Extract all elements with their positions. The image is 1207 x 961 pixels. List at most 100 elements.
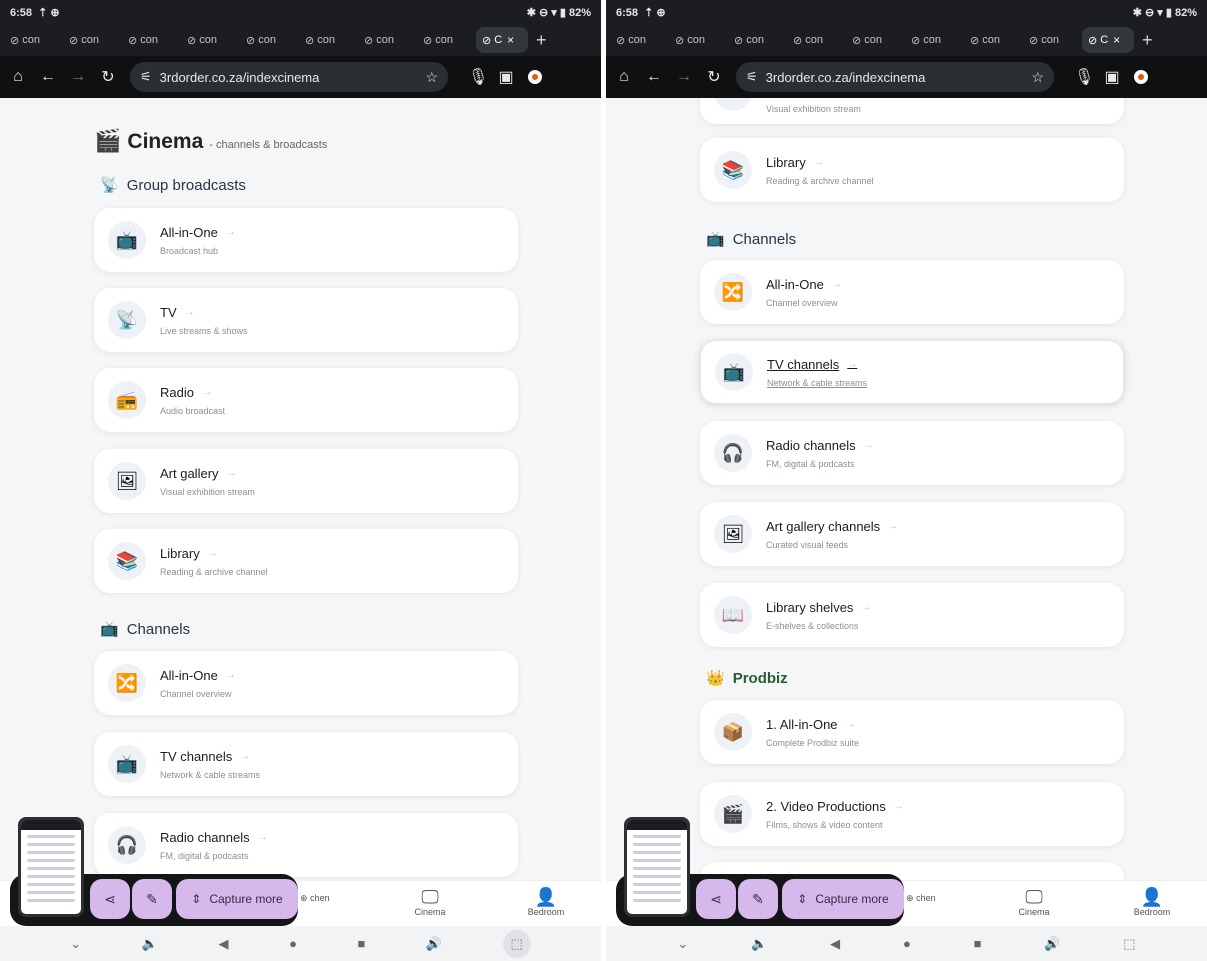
browser-tab[interactable]: ⊘ con [181,27,238,53]
forward-icon[interactable]: → [70,68,86,86]
browser-tab[interactable]: ⊘ con [299,27,356,53]
profile-avatar[interactable] [528,70,542,84]
edit-button[interactable]: ✎ [738,879,778,919]
clock: 6:58 [616,6,639,19]
framed-picture-icon [714,98,752,111]
microphone-icon[interactable]: 🎙 [468,67,488,87]
card-channels-all-in-one[interactable]: 🔀 All-in-One → Channel overview [94,651,518,715]
page-subtitle: - channels & broadcasts [209,139,328,151]
browser-tab[interactable]: ⊘ con [4,27,61,53]
site-settings-icon[interactable]: ⚟ [140,69,152,85]
edit-button[interactable]: ✎ [132,879,172,919]
card-art-gallery-channels[interactable]: 🖼 Art gallery channels → Curated visual fe… [700,502,1124,566]
new-tab-button[interactable]: + [536,30,547,51]
card-tv-channels[interactable]: 📺 TV channels → Network & cable streams [94,732,518,796]
browser-tab[interactable]: ⊘ con [669,27,726,53]
back-triangle-icon[interactable]: ◀ [219,936,229,952]
card-radio-channels[interactable]: 🎧 Radio channels → FM, digital & podcasts [700,421,1124,485]
card-description: Broadcast hub [160,245,219,256]
tab-switcher-icon[interactable]: ▣ [498,67,514,87]
television-icon: 📺 [715,353,753,391]
card-group-library[interactable]: 📚 Library → Reading & archive channel [94,529,518,593]
browser-tab[interactable]: ⊘ con [905,27,962,53]
home-icon[interactable]: ⌂ [616,68,632,86]
browser-tab[interactable]: ⊘ con [240,27,297,53]
nav-kitchen-partial[interactable]: ⊕ chen [300,893,330,904]
nav-bedroom[interactable]: 👤 Bedroom [516,887,576,917]
address-bar[interactable]: ⚟ 3rdorder.co.za/indexcinema ☆ [736,62,1054,92]
card-description: Network & cable streams [160,769,261,780]
card-group-art-gallery-partial[interactable]: Visual exhibition stream [700,98,1124,124]
back-icon[interactable]: ← [40,68,56,86]
card-video-productions[interactable]: 🎬 2. Video Productions → Films, shows & vi… [700,782,1124,846]
microphone-icon[interactable]: 🎙 [1074,67,1094,87]
satellite-dish-icon: 📡 [100,177,119,194]
home-circle-icon[interactable]: ● [289,936,297,951]
browser-tab[interactable]: ⊘ con [846,27,903,53]
capture-more-button[interactable]: ⇕ Capture more [176,879,298,919]
volume-down-icon[interactable]: 🔈 [142,936,158,952]
profile-avatar[interactable] [1134,70,1148,84]
share-button[interactable]: ⋖ [90,879,130,919]
browser-tab-active[interactable]: ⊘ C × [476,27,528,53]
expand-vertical-icon: ⇕ [797,892,808,906]
browser-tab[interactable]: ⊘ con [358,27,415,53]
card-group-all-in-one[interactable]: 📺 All-in-One → Broadcast hub [94,208,518,272]
nav-cinema[interactable]: 🖵 Cinema [1004,887,1064,917]
volume-up-icon[interactable]: 🔊 [426,936,442,952]
card-radio-channels[interactable]: 🎧 Radio channels → FM, digital & podcasts [94,813,518,877]
share-button[interactable]: ⋖ [696,879,736,919]
browser-tab[interactable]: ⊘ con [787,27,844,53]
screenshot-thumbnail[interactable] [18,817,84,917]
nav-cinema[interactable]: 🖵 Cinema [400,887,460,917]
card-prodbiz-all-in-one[interactable]: 📦 1. All-in-One → Complete Prodbiz suite [700,700,1124,764]
bookmark-star-icon[interactable]: ☆ [1031,69,1044,86]
overview-square-icon[interactable]: ■ [357,936,365,951]
capture-more-button[interactable]: ⇕ Capture more [782,879,904,919]
new-tab-button[interactable]: + [1142,30,1153,51]
browser-tab[interactable]: ⊘ con [964,27,1021,53]
volume-up-icon[interactable]: 🔊 [1044,936,1060,952]
card-group-library[interactable]: 📚 Library → Reading & archive channel [700,138,1124,202]
overview-square-icon[interactable]: ■ [974,936,982,951]
home-icon[interactable]: ⌂ [10,68,26,86]
card-description: Network & cable streams [767,377,868,388]
address-bar[interactable]: ⚟ 3rdorder.co.za/indexcinema ☆ [130,62,448,92]
browser-tab[interactable]: ⊘ con [417,27,474,53]
package-icon: 📦 [714,713,752,751]
rotate-screen-icon[interactable]: ⬚ [502,929,531,958]
card-group-radio[interactable]: 📻 Radio → Audio broadcast [94,368,518,432]
card-title: Library [160,545,200,561]
close-tab-icon[interactable]: × [1113,33,1120,47]
back-triangle-icon[interactable]: ◀ [830,936,840,952]
card-tv-channels[interactable]: 📺 TV channels → Network & cable streams [700,340,1124,404]
chevron-down-icon[interactable]: ⌄ [677,936,688,952]
reload-icon[interactable]: ↻ [706,67,722,87]
card-group-art-gallery[interactable]: 🖼 Art gallery → Visual exhibition stream [94,449,518,513]
browser-tab[interactable]: ⊘ con [1023,27,1080,53]
card-description: Complete Prodbiz suite [766,737,860,748]
tab-switcher-icon[interactable]: ▣ [1104,67,1120,87]
card-channels-all-in-one[interactable]: 🔀 All-in-One → Channel overview [700,260,1124,324]
card-library-shelves[interactable]: 📖 Library shelves → E-shelves & collection… [700,583,1124,647]
card-group-tv[interactable]: 📡 TV → Live streams & shows [94,288,518,352]
browser-tab-active[interactable]: ⊘ C × [1082,27,1134,53]
reload-icon[interactable]: ↻ [100,67,116,87]
browser-tab[interactable]: ⊘ con [610,27,667,53]
volume-down-icon[interactable]: 🔈 [751,936,767,952]
nav-bedroom[interactable]: 👤 Bedroom [1122,887,1182,917]
forward-icon[interactable]: → [676,68,692,86]
bookmark-star-icon[interactable]: ☆ [425,69,438,86]
back-icon[interactable]: ← [646,68,662,86]
browser-tab[interactable]: ⊘ con [728,27,785,53]
close-tab-icon[interactable]: × [507,33,514,47]
rotate-screen-icon[interactable]: ⬚ [1123,936,1135,952]
browser-tab[interactable]: ⊘ con [122,27,179,53]
screenshot-thumbnail[interactable] [624,817,690,917]
nav-kitchen-partial[interactable]: ⊕ chen [906,893,936,904]
chevron-down-icon[interactable]: ⌄ [70,936,81,952]
site-settings-icon[interactable]: ⚟ [746,69,758,85]
browser-tab[interactable]: ⊘ con [63,27,120,53]
home-circle-icon[interactable]: ● [903,936,911,951]
card-description: Films, shows & video content [766,819,883,830]
